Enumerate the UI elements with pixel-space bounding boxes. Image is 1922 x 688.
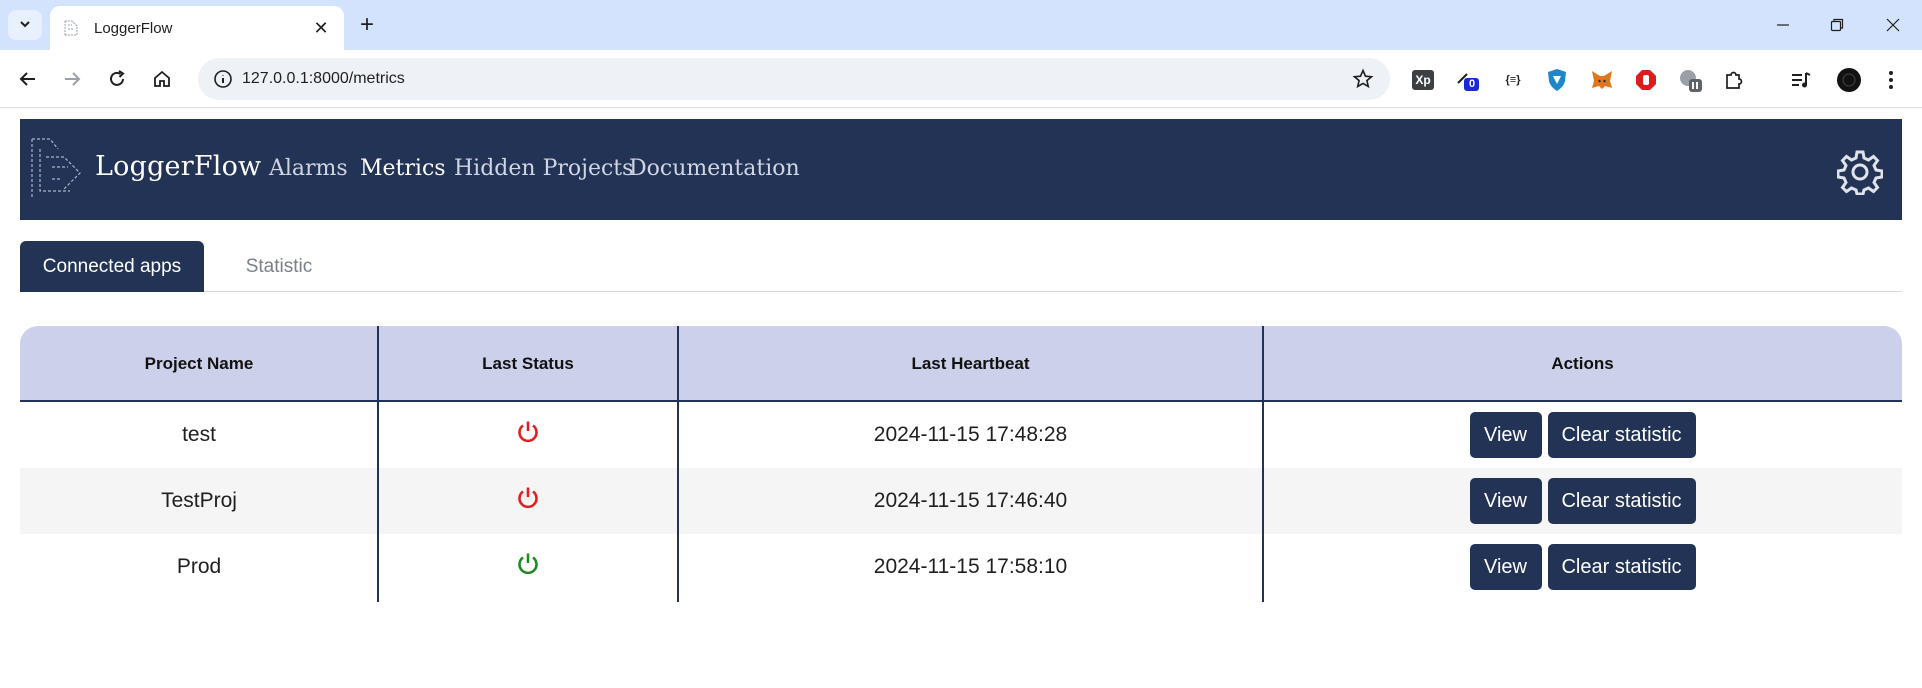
tab-title: LoggerFlow <box>94 19 173 37</box>
metamask-fox-icon[interactable] <box>1589 67 1615 93</box>
view-button[interactable]: View <box>1469 412 1542 458</box>
power-on-status-icon <box>515 551 541 583</box>
close-window-icon[interactable] <box>1864 0 1922 50</box>
column-divider <box>677 326 679 602</box>
table-row: Prod 2024-11-15 17:58:10 View Clear stat… <box>20 534 1902 600</box>
nav-metrics[interactable]: Metrics <box>360 156 446 181</box>
browser-toolbar: 127.0.0.1:8000/metrics Xp 0 {≡} <box>0 50 1922 108</box>
heartbeat-cell: 2024-11-15 17:46:40 <box>873 489 1068 512</box>
loggerflow-logo-icon[interactable] <box>24 135 84 201</box>
heartbeat-cell: 2024-11-15 17:48:28 <box>873 423 1068 446</box>
site-info-icon[interactable] <box>212 68 234 90</box>
table-row: TestProj 2024-11-15 17:46:40 View Clear … <box>20 468 1902 534</box>
header-last-heartbeat: Last Heartbeat <box>911 354 1030 373</box>
xp-extension-icon[interactable]: Xp <box>1410 67 1436 93</box>
status-cell <box>378 468 678 534</box>
table-row: test 2024-11-15 17:48:28 View Clear stat… <box>20 402 1902 468</box>
bookmark-star-icon[interactable] <box>1352 68 1374 90</box>
adblock-stop-icon[interactable] <box>1633 67 1659 93</box>
close-tab-icon[interactable]: ✕ <box>310 17 332 39</box>
actions-cell: View Clear statistic <box>1263 402 1902 468</box>
new-tab-icon[interactable]: + <box>352 10 382 40</box>
column-divider <box>377 326 379 602</box>
url-text: 127.0.0.1:8000/metrics <box>242 70 405 87</box>
restore-window-icon[interactable] <box>1808 0 1866 50</box>
browser-tab-active[interactable]: LoggerFlow ✕ <box>50 6 344 50</box>
column-divider <box>1262 326 1264 602</box>
clear-statistic-button[interactable]: Clear statistic <box>1547 412 1696 458</box>
brand-name[interactable]: LoggerFlow <box>95 151 261 182</box>
projects-table: Project Name Last Status Last Heartbeat … <box>20 326 1902 602</box>
reload-icon[interactable] <box>99 61 135 97</box>
chevron-down-icon <box>18 17 32 34</box>
power-off-status-icon <box>515 485 541 517</box>
settings-gear-icon[interactable] <box>1836 149 1884 196</box>
project-name-cell: test <box>182 423 216 446</box>
page-tabs: Connected apps Statistic <box>20 240 1902 292</box>
actions-cell: View Clear statistic <box>1263 534 1902 600</box>
project-name-cell: Prod <box>176 555 222 578</box>
header-actions: Actions <box>1551 354 1614 373</box>
header-last-status: Last Status <box>482 354 574 373</box>
tab-statistic[interactable]: Statistic <box>226 241 332 292</box>
browser-tabstrip: LoggerFlow ✕ + <box>0 0 1922 50</box>
json-viewer-extension-icon[interactable]: {≡} <box>1500 67 1526 93</box>
paused-extension-icon[interactable] <box>1677 67 1703 93</box>
nav-hidden-projects[interactable]: Hidden Projects <box>454 156 633 181</box>
actions-cell: View Clear statistic <box>1263 468 1902 534</box>
clear-statistic-button[interactable]: Clear statistic <box>1547 544 1696 590</box>
counter-extension-badge: 0 <box>1469 78 1476 90</box>
header-project-name: Project Name <box>144 354 254 373</box>
nav-documentation[interactable]: Documentation <box>629 156 800 181</box>
status-cell <box>378 402 678 468</box>
shield-vpn-icon[interactable] <box>1544 67 1570 93</box>
status-cell <box>378 534 678 600</box>
nav-alarms[interactable]: Alarms <box>269 156 348 181</box>
view-button[interactable]: View <box>1469 544 1542 590</box>
project-name-cell: TestProj <box>161 489 237 512</box>
address-bar[interactable]: 127.0.0.1:8000/metrics <box>198 58 1390 100</box>
xp-extension-label: Xp <box>1415 73 1431 87</box>
view-button[interactable]: View <box>1469 478 1542 524</box>
extensions-puzzle-icon[interactable] <box>1721 67 1747 93</box>
profile-avatar[interactable] <box>1836 67 1862 93</box>
table-header: Project Name Last Status Last Heartbeat … <box>20 326 1902 402</box>
minimize-window-icon[interactable] <box>1754 0 1812 50</box>
tab-search-button[interactable] <box>8 10 42 40</box>
clear-statistic-button[interactable]: Clear statistic <box>1547 478 1696 524</box>
media-control-icon[interactable] <box>1788 67 1814 93</box>
app-navbar: LoggerFlow Alarms Metrics Hidden Project… <box>20 119 1902 220</box>
forward-arrow-icon[interactable] <box>54 61 90 97</box>
counter-extension-icon[interactable]: 0 <box>1455 67 1481 93</box>
loggerflow-favicon-icon <box>62 19 80 37</box>
browser-menu-icon[interactable] <box>1878 67 1904 93</box>
json-viewer-extension-label: {≡} <box>1505 74 1521 86</box>
back-arrow-icon[interactable] <box>10 61 46 97</box>
power-off-status-icon <box>515 419 541 451</box>
tab-connected-apps[interactable]: Connected apps <box>20 241 204 292</box>
home-icon[interactable] <box>144 61 180 97</box>
heartbeat-cell: 2024-11-15 17:58:10 <box>873 555 1068 578</box>
